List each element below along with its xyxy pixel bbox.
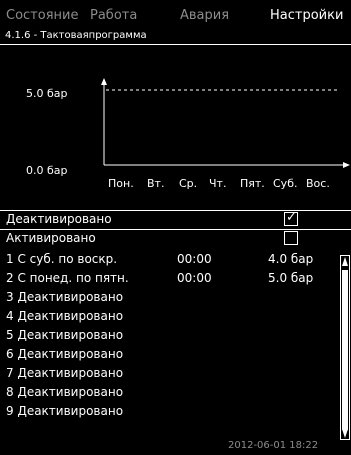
list-item[interactable]: 7 Деактивировано	[0, 366, 340, 384]
header-divider	[0, 44, 351, 45]
x-tick-sun: Вос.	[306, 177, 330, 190]
event-text: 3 Деактивировано	[6, 290, 124, 304]
option-activated-checkbox[interactable]	[284, 231, 298, 245]
event-text: 9 Деактивировано	[6, 404, 124, 418]
option-deactivated[interactable]: Деактивировано ✓	[0, 210, 351, 229]
list-item[interactable]: 9 Деактивировано	[0, 404, 340, 422]
option-activated[interactable]: Активировано	[0, 230, 351, 248]
event-time: 00:00	[177, 271, 212, 285]
list-item[interactable]: 5 Деактивировано	[0, 328, 340, 346]
list-item[interactable]: 2 С понед. по пятн. 00:00 5.0 бар	[0, 271, 340, 289]
pressure-schedule-chart: 5.0 бар 0.0 бар Пон. Вт. Ср. Чт. Пят. Су…	[0, 60, 351, 190]
tab-bar: Состояние Работа Авария Настройки	[0, 0, 351, 28]
event-text: 2 С понед. по пятн.	[6, 271, 129, 285]
event-value: 5.0 бар	[268, 271, 314, 285]
event-text: 5 Деактивировано	[6, 328, 124, 342]
scrollbar-thumb[interactable]	[342, 270, 348, 430]
list-item[interactable]: 6 Деактивировано	[0, 347, 340, 365]
event-value: 4.0 бар	[268, 252, 314, 266]
scroll-down-icon[interactable]	[341, 427, 349, 439]
chart-axes	[101, 78, 350, 168]
option-activated-label: Активировано	[6, 231, 96, 245]
list-scrollbar[interactable]	[340, 255, 350, 440]
list-item[interactable]: 8 Деактивировано	[0, 385, 340, 403]
event-text: 7 Деактивировано	[6, 366, 124, 380]
tab-status[interactable]: Состояние	[6, 8, 78, 23]
event-text: 1 С суб. по воскр.	[6, 252, 118, 266]
list-item[interactable]: 1 С суб. по воскр. 00:00 4.0 бар	[0, 252, 340, 270]
x-tick-wed: Ср.	[179, 177, 198, 190]
x-tick-tue: Вт.	[147, 177, 165, 190]
event-text: 6 Деактивировано	[6, 347, 124, 361]
tab-operation[interactable]: Работа	[90, 8, 137, 23]
option-deactivated-checkbox[interactable]: ✓	[284, 210, 298, 226]
x-tick-mon: Пон.	[108, 177, 134, 190]
event-text: 4 Деактивировано	[6, 309, 124, 323]
timestamp: 2012-06-01 18:22	[228, 440, 319, 451]
tab-settings[interactable]: Настройки	[270, 8, 343, 23]
checkmark-icon: ✓	[286, 210, 297, 225]
x-tick-thu: Чт.	[209, 177, 227, 190]
event-text: 8 Деактивировано	[6, 385, 124, 399]
x-tick-sat: Суб.	[273, 177, 298, 190]
tab-alarm[interactable]: Авария	[180, 8, 229, 23]
x-tick-fri: Пят.	[240, 177, 265, 190]
list-item[interactable]: 3 Деактивировано	[0, 290, 340, 308]
scroll-up-icon[interactable]	[341, 256, 349, 268]
list-item[interactable]: 4 Деактивировано	[0, 309, 340, 327]
option-deactivated-label: Деактивировано	[6, 212, 112, 226]
menu-path: 4.1.6 - Тактоваяпрограмма	[5, 30, 147, 41]
event-time: 00:00	[177, 252, 212, 266]
